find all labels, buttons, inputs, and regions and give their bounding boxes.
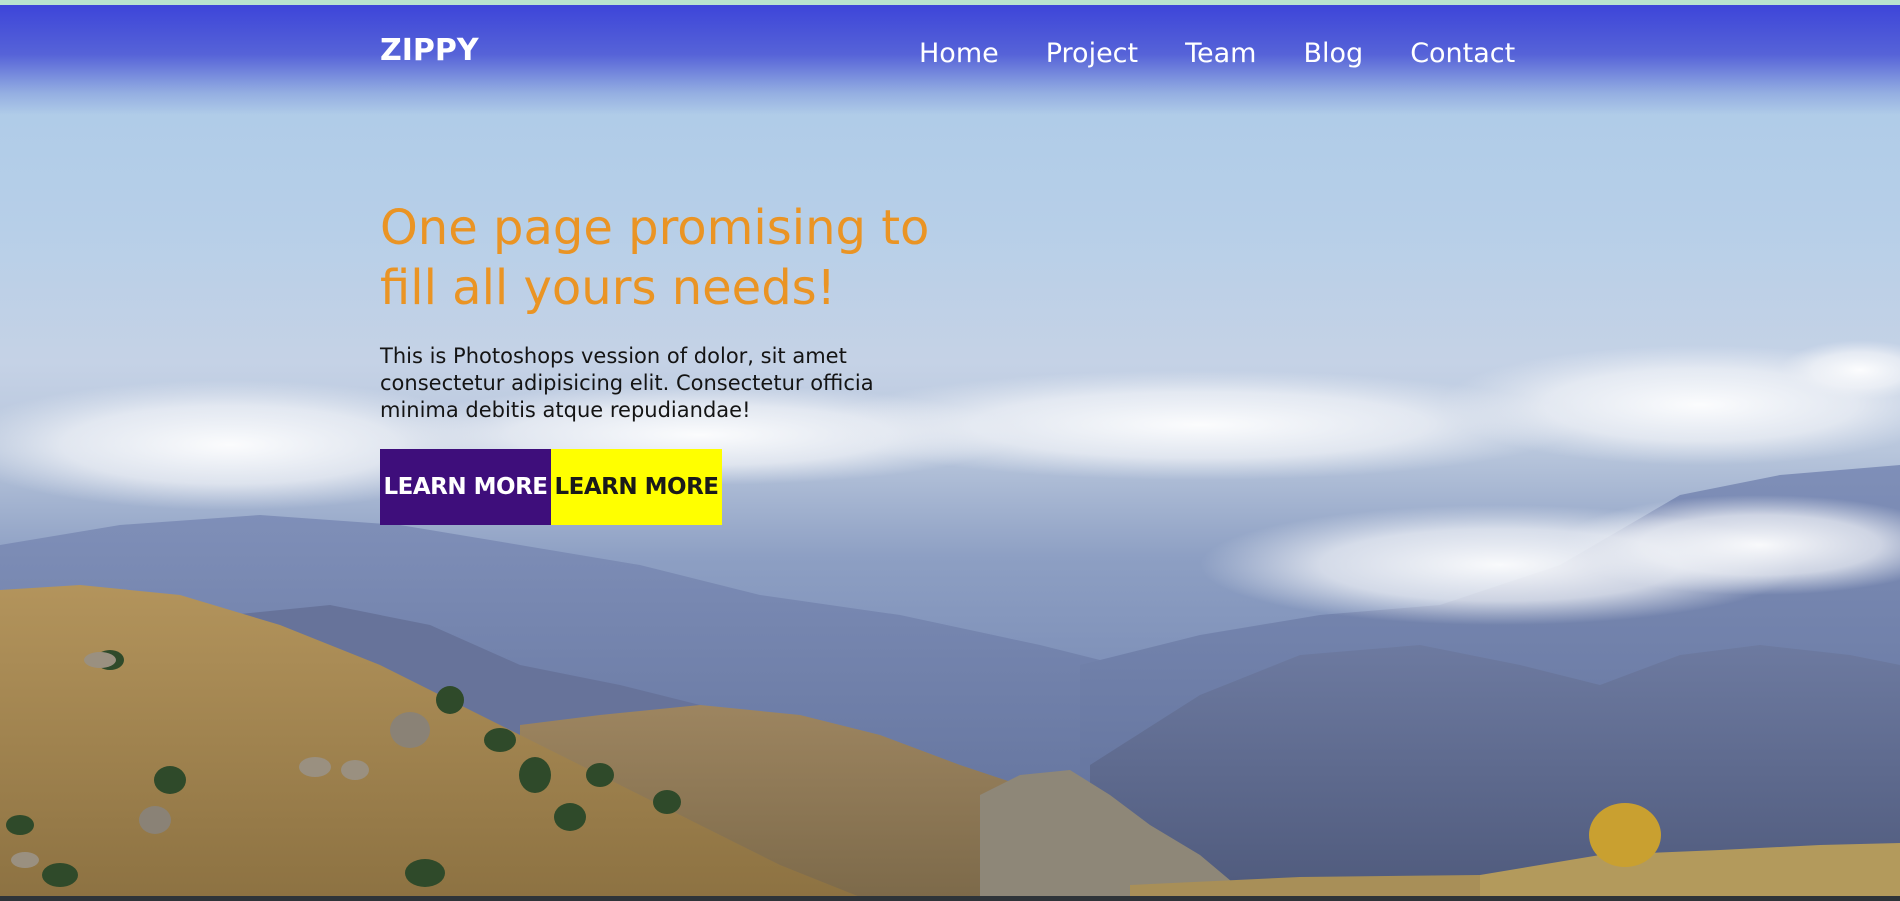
mountain-landscape-image — [0, 340, 1900, 897]
hero-description: This is Photoshops vession of dolor, sit… — [380, 343, 910, 424]
nav-link-blog[interactable]: Blog — [1304, 38, 1364, 69]
nav-link-project[interactable]: Project — [1046, 38, 1138, 69]
window-bottom-edge — [0, 896, 1900, 901]
nav-link-team[interactable]: Team — [1185, 38, 1256, 69]
nav-link-contact[interactable]: Contact — [1410, 38, 1515, 69]
learn-more-primary-button[interactable]: LEARN MORE — [380, 449, 551, 525]
hero-headline-line-2: fill all yours needs! — [380, 260, 836, 316]
brand-logo[interactable]: ZIPPY — [380, 33, 479, 68]
learn-more-secondary-button[interactable]: LEARN MORE — [551, 449, 722, 525]
hero-description-line-3: minima debitis atque repudiandae! — [380, 398, 751, 422]
hero-headline-line-1: One page promising to — [380, 200, 930, 256]
hero-headline: One page promising to fill all yours nee… — [380, 198, 940, 318]
top-navbar: ZIPPY Home Project Team Blog Contact — [0, 5, 1900, 115]
hero-background-image — [0, 5, 1900, 897]
nav-link-home[interactable]: Home — [919, 38, 999, 69]
hero-button-group: LEARN MORE LEARN MORE — [380, 449, 722, 525]
hero-description-line-1: This is Photoshops vession of dolor, sit… — [380, 344, 847, 368]
hero-description-line-2: consectetur adipisicing elit. Consectetu… — [380, 371, 874, 395]
nav-menu: Home Project Team Blog Contact — [919, 38, 1515, 69]
